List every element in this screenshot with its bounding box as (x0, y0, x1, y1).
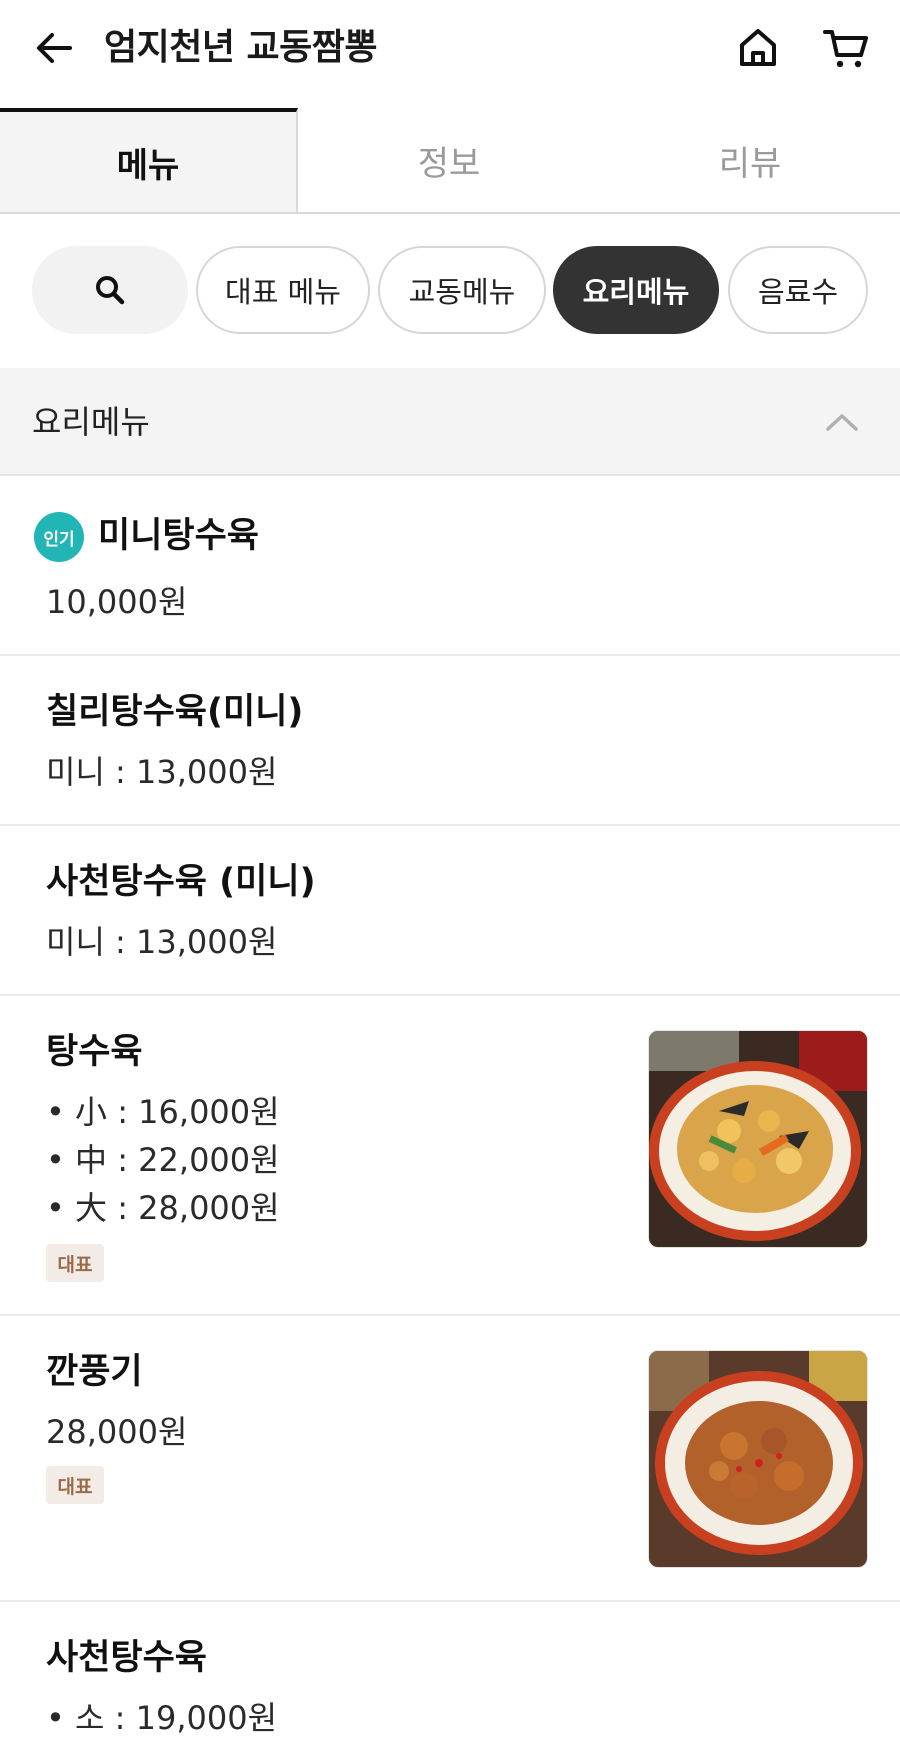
page-title: 엄지천년 교동짬뽕 (104, 27, 378, 68)
menu-item[interactable]: 깐풍기 28,000원 대표 (0, 1316, 900, 1602)
item-name: 사천탕수육 (46, 1638, 208, 1678)
menu-item[interactable]: 사천탕수육 (미니) 미니 : 13,000원 (0, 826, 900, 996)
item-price: 10,000원 (46, 583, 188, 621)
cart-icon (823, 30, 868, 68)
chip-beverages[interactable]: 음료수 (728, 246, 868, 334)
home-icon (740, 29, 776, 66)
item-name: 탕수육 (46, 1032, 143, 1072)
menu-item[interactable]: 칠리탕수육(미니) 미니 : 13,000원 (0, 656, 900, 826)
section-header[interactable]: 요리메뉴 (0, 368, 900, 476)
main-tabs: 메뉴 정보 리뷰 (0, 108, 900, 214)
representative-tag: 대표 (46, 1466, 104, 1504)
tab-review[interactable]: 리뷰 (600, 108, 900, 212)
chevron-up-icon (826, 414, 858, 431)
representative-tag: 대표 (46, 1244, 104, 1282)
menu-item[interactable]: 인기 미니탕수육 10,000원 (0, 478, 900, 656)
tab-menu[interactable]: 메뉴 (0, 108, 298, 212)
item-price: 미니 : 13,000원 (46, 753, 278, 791)
item-price-large: • 大 : 28,000원 (46, 1189, 280, 1227)
food-image (649, 1031, 867, 1247)
kkanpunggi-photo[interactable] (648, 1350, 868, 1568)
collapse-button[interactable] (818, 398, 866, 446)
home-button[interactable] (732, 22, 784, 74)
item-name: 칠리탕수육(미니) (46, 692, 304, 732)
item-name: 깐풍기 (46, 1352, 143, 1392)
item-price-small: • 小 : 16,000원 (46, 1093, 280, 1131)
menu-item[interactable]: 탕수육 • 小 : 16,000원 • 中 : 22,000원 • 大 : 28… (0, 996, 900, 1316)
menu-item[interactable]: 사천탕수육 • 소 : 19,000원 (0, 1602, 900, 1740)
back-button[interactable] (28, 22, 80, 74)
item-price-small: • 소 : 19,000원 (46, 1699, 278, 1737)
search-icon (96, 276, 125, 305)
item-price: 미니 : 13,000원 (46, 923, 278, 961)
section-title: 요리메뉴 (32, 403, 150, 441)
item-name: 미니탕수육 (98, 516, 260, 556)
popular-badge: 인기 (34, 512, 84, 562)
app-header: 엄지천년 교동짬뽕 (0, 0, 900, 100)
category-chips: 대표 메뉴 교동메뉴 요리메뉴 음료수 (0, 246, 900, 336)
arrow-left-icon (37, 33, 72, 63)
item-price-medium: • 中 : 22,000원 (46, 1141, 280, 1179)
chip-representative-menu[interactable]: 대표 메뉴 (196, 246, 370, 334)
food-image (649, 1351, 867, 1567)
item-name: 사천탕수육 (미니) (46, 862, 316, 902)
cart-button[interactable] (818, 22, 874, 74)
item-price: 28,000원 (46, 1413, 188, 1451)
tab-info[interactable]: 정보 (298, 108, 600, 212)
search-chip[interactable] (32, 246, 188, 334)
chip-dish-menu[interactable]: 요리메뉴 (553, 246, 719, 334)
sweet-and-sour-pork-photo[interactable] (648, 1030, 868, 1248)
chip-gyodong-menu[interactable]: 교동메뉴 (378, 246, 546, 334)
